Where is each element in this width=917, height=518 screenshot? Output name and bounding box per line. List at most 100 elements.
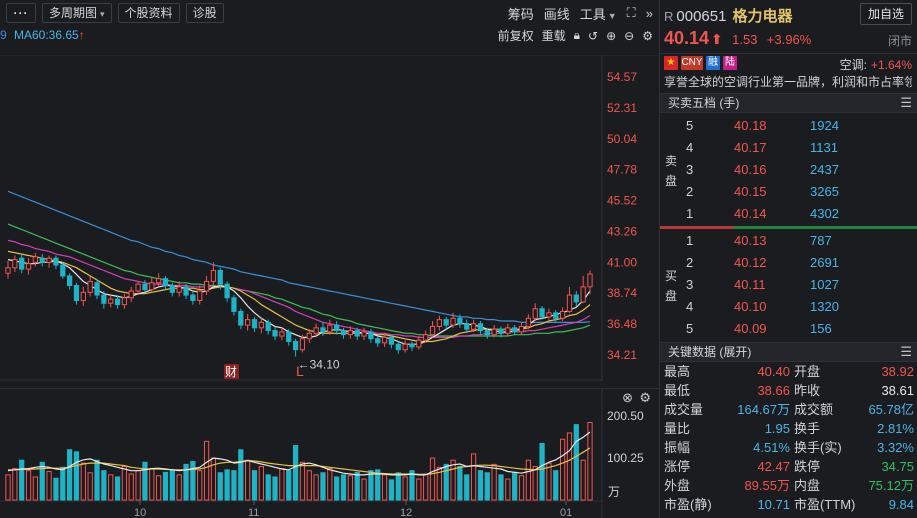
candle-down — [251, 319, 258, 329]
candle-down — [340, 330, 347, 336]
chips-button[interactable]: 筹码 — [508, 4, 534, 23]
order-qty: 1027 — [810, 277, 839, 292]
volume-bar-down — [217, 472, 223, 501]
adjust-mode-button[interactable]: 前复权 — [498, 27, 534, 44]
volume-bar-down — [498, 474, 504, 501]
buy-row[interactable]: 4 40.10 1320 — [660, 296, 917, 318]
order-price: 40.09 — [734, 321, 767, 336]
candle-up — [429, 325, 436, 336]
order-qty: 2437 — [810, 162, 839, 177]
stock-profile-button[interactable]: 个股资料 — [117, 3, 180, 23]
collapse-icon[interactable]: » — [646, 6, 653, 21]
order-level: 5 — [686, 321, 694, 336]
buy-row[interactable]: 1 40.13 787 — [660, 230, 917, 252]
sell-row[interactable]: 3 40.16 2437 — [660, 159, 917, 181]
add-watchlist-button[interactable]: 加自选 — [859, 3, 912, 25]
overlay-button[interactable]: 重载 — [542, 27, 566, 44]
more-menu-button[interactable]: ··· — [6, 3, 36, 23]
order-price: 40.17 — [734, 140, 767, 155]
chart-toolbar: ··· 多周期图 ▾ 个股资料 诊股 筹码 画线 工具 ▼ ⛶ » — [0, 0, 659, 26]
order-level: 1 — [686, 206, 694, 221]
stat-value: 89.55万 — [744, 478, 790, 493]
zoom-in-icon[interactable]: ⊕ — [606, 29, 616, 43]
stat-label: 成交量 — [664, 402, 704, 417]
volume-bar-down — [162, 471, 169, 501]
menu-icon[interactable]: ☰ — [900, 343, 912, 361]
candle-down — [238, 310, 244, 326]
volume-bar-down — [457, 465, 463, 501]
x-axis-label: 12 — [400, 507, 412, 518]
orderbook-title: 买卖五档 (手) — [668, 96, 740, 110]
settings-gear-icon[interactable]: ⚙ — [642, 29, 653, 43]
volume-bar-up — [525, 459, 531, 501]
order-qty: 1320 — [810, 299, 839, 314]
volume-bar-up — [108, 474, 114, 501]
kline-chart[interactable]: 54.57 52.31 50.04 47.78 45.52 43.26 41.00 38.74… — [0, 55, 659, 381]
sell-row[interactable]: 5 40.18 1924 — [660, 115, 917, 137]
candle-down — [573, 294, 579, 303]
candle-up — [87, 280, 93, 293]
order-level: 5 — [686, 118, 694, 133]
tools-menu-button[interactable]: 工具 ▼ — [580, 4, 617, 23]
bid-ask-red — [660, 226, 734, 229]
volume-bar-down — [409, 470, 415, 501]
candle-down — [388, 336, 395, 345]
volume-bar-up — [491, 463, 497, 501]
sell-row[interactable]: 1 40.14 4302 — [660, 203, 917, 225]
stock-name: 格力电器 — [732, 8, 793, 25]
order-price: 40.15 — [734, 184, 767, 199]
stat-label: 外盘 — [664, 478, 691, 493]
candle-up — [203, 280, 210, 292]
multi-period-button[interactable]: 多周期图 ▾ — [42, 3, 112, 23]
stats-header[interactable]: 关键数据 (展开) ☰ — [660, 342, 917, 362]
lock-icon[interactable]: 🔒︎ — [574, 28, 580, 43]
candle-down — [484, 330, 490, 336]
up-arrow-icon: ⬆ — [711, 31, 723, 47]
buy-row[interactable]: 2 40.12 2691 — [660, 252, 917, 274]
volume-bar-up — [299, 461, 306, 501]
sell-row[interactable]: 4 40.17 1131 — [660, 137, 917, 159]
l-badge-label: L — [296, 363, 304, 379]
undo-icon[interactable]: ↺ — [588, 29, 598, 43]
order-qty: 787 — [810, 233, 832, 248]
buy-row[interactable]: 5 40.09 156 — [660, 318, 917, 340]
candle-down — [183, 286, 189, 296]
stat-value: 40.40 — [757, 364, 790, 379]
draw-line-button[interactable]: 画线 — [544, 4, 570, 23]
buy-row[interactable]: 3 40.11 1027 — [660, 274, 917, 296]
volume-chart[interactable]: 200.50 100.25 万 10 11 12 01 — [0, 388, 659, 518]
sell-row[interactable]: 2 40.15 3265 — [660, 181, 917, 203]
r-mark: R — [664, 9, 674, 24]
volume-bar-up — [505, 478, 511, 501]
menu-icon[interactable]: ☰ — [900, 94, 912, 112]
stock-title: R 000651 格力电器 — [664, 5, 792, 26]
candle-up — [121, 297, 128, 306]
tag-row: ★ CNY 融 陆 空调: +1.64% — [660, 53, 917, 73]
orderbook-header[interactable]: 买卖五档 (手) ☰ — [660, 93, 917, 113]
volume-bar-up — [128, 473, 134, 501]
order-level: 1 — [686, 233, 694, 248]
order-price: 40.16 — [734, 162, 767, 177]
diagnose-button[interactable]: 诊股 — [185, 3, 224, 23]
ma10-line — [7, 250, 591, 343]
candle-up — [347, 330, 353, 336]
fullscreen-icon[interactable]: ⛶ — [627, 5, 636, 21]
volume-bar-down — [388, 479, 395, 501]
stock-code: 000651 — [676, 8, 727, 25]
candle-up — [381, 336, 388, 344]
candle-up — [210, 269, 217, 282]
quote-panel: R 000651 格力电器 加自选 40.14 ⬆ 1.53 +3.96% 闭市 ★ … — [659, 0, 917, 518]
order-level: 3 — [686, 277, 694, 292]
volume-bar-up — [580, 459, 586, 501]
volume-bar-up — [470, 453, 477, 501]
volume-bar-down — [169, 469, 175, 501]
sector-change[interactable]: 空调: +1.64% — [840, 56, 912, 73]
volume-bar-down — [238, 449, 244, 501]
candle-up — [587, 273, 593, 288]
zoom-out-icon[interactable]: ⊖ — [624, 29, 634, 43]
stat-value: 38.61 — [881, 383, 914, 398]
volume-bar-up — [245, 459, 251, 501]
indicator-bar: 9 MA60:36.65↑ 前复权 重载 🔒︎ ↺ ⊕ ⊖ ⚙ — [0, 26, 659, 44]
stat-value: 75.12万 — [868, 478, 914, 493]
volume-bar-up — [197, 470, 203, 501]
